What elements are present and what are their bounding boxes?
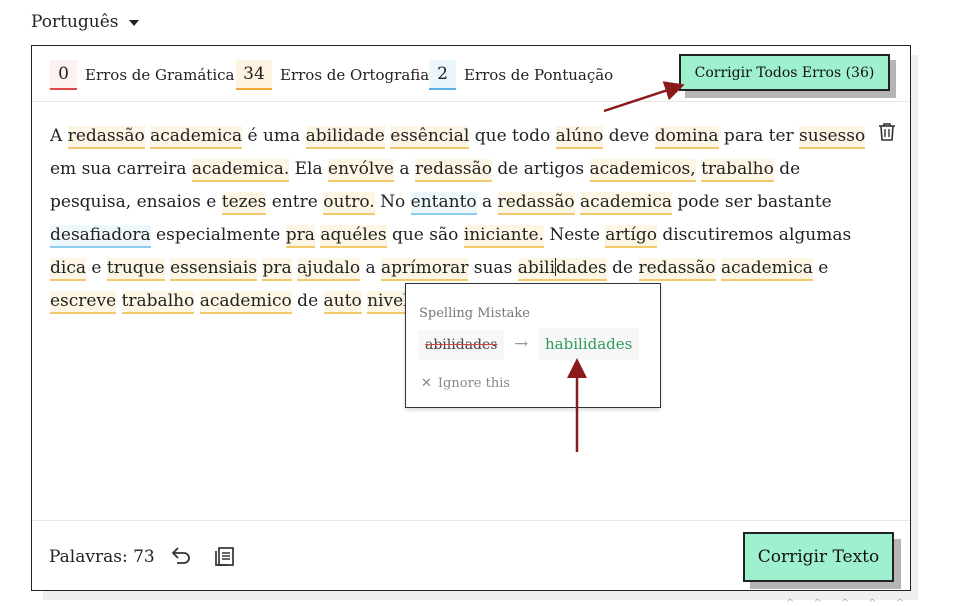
chevron-down-icon <box>128 20 139 26</box>
spelling-error-word[interactable]: outro. <box>323 192 375 215</box>
spelling-error-word[interactable]: trabalho <box>701 159 774 182</box>
text-run: entre <box>266 192 324 212</box>
text-run <box>116 291 121 311</box>
error-summary-bar: 0 Erros de Gramática 34 Erros de Ortogra… <box>32 46 910 102</box>
spelling-error-word[interactable]: escreve <box>50 291 117 314</box>
spelling-error-word[interactable]: domina <box>654 126 719 149</box>
close-icon: ✕ <box>421 376 432 391</box>
text-run: para ter <box>718 126 800 146</box>
text-run: e <box>85 258 107 278</box>
popup-title: Spelling Mistake <box>419 306 530 321</box>
spelling-error-word[interactable]: trabalho <box>121 291 195 314</box>
text-run: a <box>393 159 415 179</box>
text-run: de <box>606 258 639 278</box>
text-run: é uma <box>242 126 306 146</box>
word-count: Palavras: 73 <box>49 547 155 567</box>
decorative-ticks: ^^^^^ <box>786 598 923 606</box>
arrow-right-icon: → <box>514 334 529 354</box>
grammar-error-count: 0 <box>50 60 77 90</box>
trash-icon[interactable] <box>878 122 896 146</box>
spelling-error-word[interactable]: nivel <box>367 291 409 314</box>
punctuation-error-word[interactable]: entanto <box>410 192 477 215</box>
spelling-error-word[interactable]: abilidade <box>305 126 385 149</box>
text-run <box>194 291 199 311</box>
spelling-error-word[interactable]: pra <box>285 225 315 248</box>
text-run: que todo <box>469 126 556 146</box>
text-run: a <box>476 192 498 212</box>
suggestion-popup: Spelling Mistake abilidades → habilidade… <box>405 283 661 408</box>
spelling-error-word[interactable]: abilidades <box>517 258 607 281</box>
text-cursor <box>555 258 557 276</box>
spelling-error-word[interactable]: iniciante. <box>463 225 544 248</box>
text-run: Neste <box>543 225 606 245</box>
language-label: Português <box>31 12 119 32</box>
text-run: A <box>50 126 68 146</box>
spelling-error-word[interactable]: artígo <box>605 225 657 248</box>
punctuation-error-label: Erros de Pontuação <box>464 66 614 84</box>
spelling-error-count: 34 <box>236 60 272 90</box>
spelling-error-word[interactable]: essensiais <box>170 258 258 281</box>
text-run: em sua carreira <box>50 159 192 179</box>
spelling-error-word[interactable]: ajudalo <box>297 258 361 281</box>
spelling-error-word[interactable]: pra <box>262 258 292 281</box>
spelling-error-word[interactable]: academica. <box>191 159 290 182</box>
language-select[interactable]: Português <box>31 12 139 32</box>
spelling-error-word[interactable]: dica <box>50 258 86 281</box>
spelling-errors-counter[interactable]: 34 Erros de Ortografia <box>236 60 429 90</box>
text-run: que são <box>386 225 464 245</box>
ignore-button[interactable]: ✕ Ignore this <box>421 376 510 391</box>
original-word: abilidades <box>418 330 505 360</box>
text-run: a <box>360 258 382 278</box>
text-run: de <box>291 291 324 311</box>
spelling-error-word[interactable]: redassão <box>67 126 145 149</box>
spelling-error-word[interactable]: susesso <box>799 126 866 149</box>
spelling-error-word[interactable]: envólve <box>328 159 394 182</box>
grammar-errors-counter[interactable]: 0 Erros de Gramática <box>50 60 234 90</box>
punctuation-error-word[interactable]: desafiadora <box>50 225 151 248</box>
footer-bar: Palavras: 73 Corrigir Texto <box>32 520 910 590</box>
spelling-error-word[interactable]: academico <box>199 291 292 314</box>
text-run: Ela <box>289 159 329 179</box>
spelling-error-word[interactable]: redassão <box>414 159 492 182</box>
ignore-label: Ignore this <box>437 376 511 391</box>
text-run: discutiremos algumas <box>656 225 852 245</box>
spelling-error-word[interactable]: redassão <box>638 258 716 281</box>
copy-icon[interactable] <box>214 545 236 571</box>
spelling-error-word[interactable]: academicos, <box>589 159 696 182</box>
spelling-error-word[interactable]: truque <box>106 258 165 281</box>
undo-icon[interactable] <box>170 546 192 570</box>
spelling-error-word[interactable]: aquéles <box>320 225 387 248</box>
spelling-error-word[interactable]: auto <box>323 291 362 314</box>
text-run: No <box>374 192 411 212</box>
punctuation-errors-counter[interactable]: 2 Erros de Pontuação <box>429 60 613 90</box>
spelling-error-word[interactable]: redassão <box>497 192 575 215</box>
spelling-error-word[interactable]: alúno <box>555 126 604 149</box>
text-run: suas <box>468 258 518 278</box>
text-run: especialmente <box>150 225 286 245</box>
grammar-error-label: Erros de Gramática <box>85 66 235 84</box>
spelling-error-word[interactable]: aprímorar <box>381 258 469 281</box>
text-run: de artigos <box>491 159 590 179</box>
fix-all-errors-button[interactable]: Corrigir Todos Erros (36) <box>679 54 890 91</box>
spelling-error-word[interactable]: essêncial <box>390 126 470 149</box>
fix-text-button[interactable]: Corrigir Texto <box>743 532 894 582</box>
punctuation-error-count: 2 <box>429 60 456 90</box>
spelling-error-word[interactable]: academica <box>580 192 672 215</box>
spelling-error-word[interactable]: academica <box>150 126 243 149</box>
text-run: deve <box>603 126 655 146</box>
spelling-error-word[interactable]: tezes <box>221 192 267 215</box>
text-run: e <box>812 258 829 278</box>
spelling-error-label: Erros de Ortografia <box>280 66 430 84</box>
text-run: pode ser bastante <box>671 192 832 212</box>
suggestion-button[interactable]: habilidades <box>538 328 640 360</box>
spelling-error-word[interactable]: academica <box>720 258 813 281</box>
